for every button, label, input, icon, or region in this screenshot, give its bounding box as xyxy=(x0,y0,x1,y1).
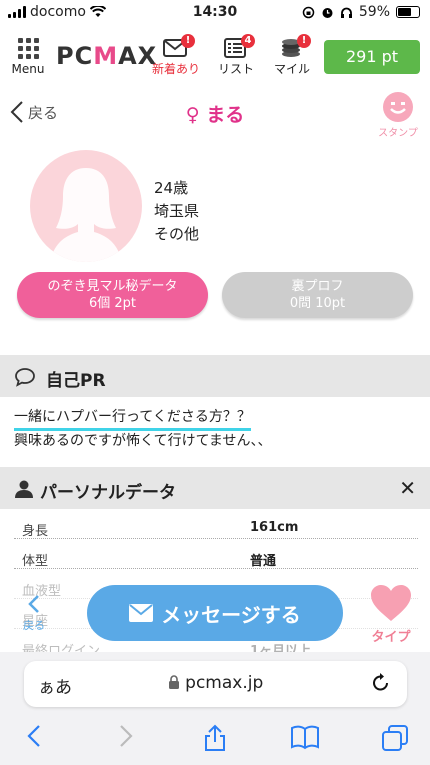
share-button[interactable] xyxy=(195,724,235,754)
browser-back-button[interactable] xyxy=(14,724,54,754)
status-right: 59% xyxy=(302,4,420,20)
ura-profile-button[interactable]: 裏プロフ 0問 10pt xyxy=(222,272,413,318)
female-silhouette-icon xyxy=(50,168,122,262)
reload-icon[interactable] xyxy=(371,671,391,693)
mile-badge: ! xyxy=(297,34,311,48)
personal-row: 身長 161cm xyxy=(14,515,418,539)
secret-data-cost: 6個 2pt xyxy=(88,296,137,311)
send-message-label: メッセージする xyxy=(161,602,301,627)
person-icon xyxy=(15,480,33,498)
personal-key: 体型 xyxy=(22,554,49,569)
profile-title-row: 戻る ♀ まる スタンプ xyxy=(0,92,430,139)
self-pr-header: 自己PR xyxy=(0,355,430,397)
personal-value: 161cm xyxy=(250,520,299,535)
headphones-icon xyxy=(340,7,352,18)
ura-profile-label: 裏プロフ xyxy=(291,279,344,294)
personal-data-title: パーソナルデータ xyxy=(40,483,176,503)
pcmax-logo[interactable]: PCMAX xyxy=(56,42,157,70)
region: 埼玉県 xyxy=(154,202,200,220)
personal-value: 普通 xyxy=(250,554,277,569)
status-bar: docomo 14:30 59% xyxy=(0,0,430,26)
tabs-button[interactable] xyxy=(375,724,415,754)
url-host-text: pcmax.jp xyxy=(185,673,264,693)
browser-forward-button[interactable] xyxy=(106,724,146,754)
self-pr-title: 自己PR xyxy=(46,371,106,391)
send-message-button[interactable]: メッセージする xyxy=(87,585,343,641)
menu-button[interactable]: Menu xyxy=(10,38,46,76)
orientation-lock-icon xyxy=(302,6,315,18)
new-mail-badge: ! xyxy=(181,34,195,48)
battery-percent: 59% xyxy=(358,4,390,20)
nav-mile-label: マイル xyxy=(273,62,310,76)
floating-back-label: 戻る xyxy=(23,619,45,632)
battery-icon xyxy=(396,6,420,18)
logo-part-1: PC xyxy=(56,42,94,70)
other: その他 xyxy=(154,225,200,243)
profile-info: 24歳 埼玉県 その他 xyxy=(154,177,199,246)
personal-row: 体型 普通 xyxy=(14,545,418,569)
url-host: pcmax.jp xyxy=(24,673,407,693)
self-pr-text: 一緒にハプバー行ってくださる方？？ 興味あるのですが怖くて行けてません、、 xyxy=(14,407,271,452)
stamp-label: スタンプ xyxy=(378,128,418,139)
like-type-label: タイプ xyxy=(371,630,411,645)
smiley-icon xyxy=(383,92,413,122)
close-icon[interactable]: ✕ xyxy=(399,476,416,500)
bookmarks-button[interactable] xyxy=(285,724,325,754)
chevron-right-icon xyxy=(120,725,133,747)
speech-bubble-icon xyxy=(15,368,35,387)
mail-icon xyxy=(129,604,154,622)
chevron-left-icon xyxy=(27,725,40,747)
personal-key: 身長 xyxy=(22,524,49,539)
nav-list-label: リスト xyxy=(217,62,254,76)
share-icon xyxy=(205,724,225,751)
secret-data-button[interactable]: のぞき見マル秘データ 6個 2pt xyxy=(17,272,208,318)
menu-grid-icon xyxy=(10,38,46,59)
nav-mile[interactable]: ! マイル xyxy=(268,34,316,77)
alarm-icon xyxy=(322,7,333,18)
secret-data-label: のぞき見マル秘データ xyxy=(47,279,178,294)
points-button[interactable]: 291 pt xyxy=(324,40,420,74)
personal-data-header[interactable]: パーソナルデータ ✕ xyxy=(0,467,430,509)
book-icon xyxy=(291,725,319,750)
nav-new-mail[interactable]: ! 新着あり xyxy=(152,34,201,77)
chevron-left-icon xyxy=(28,595,39,613)
avatar[interactable] xyxy=(30,150,142,262)
tabs-icon xyxy=(382,725,408,751)
logo-part-2: M xyxy=(93,42,119,70)
heart-icon xyxy=(371,585,411,621)
lock-icon xyxy=(168,675,179,689)
self-pr-line-2: 興味あるのですが怖くて行けてません、、 xyxy=(14,433,272,449)
ura-profile-cost: 0問 10pt xyxy=(289,296,346,311)
like-type-button[interactable]: タイプ xyxy=(366,584,416,645)
menu-label: Menu xyxy=(11,62,45,76)
nav-new-mail-label: 新着あり xyxy=(152,62,201,76)
browser-toolbar: ぁあ pcmax.jp xyxy=(0,652,430,765)
list-badge: 4 xyxy=(241,34,255,48)
user-name: ♀ まる xyxy=(185,104,245,126)
stamp-button[interactable]: スタンプ xyxy=(374,92,422,139)
address-bar[interactable]: ぁあ pcmax.jp xyxy=(24,661,407,707)
nav-list[interactable]: 4 リスト xyxy=(212,34,260,77)
self-pr-line-1: 一緒にハプバー行ってくださる方？？ xyxy=(14,407,251,431)
age: 24歳 xyxy=(154,179,189,197)
floating-back-button[interactable]: 戻る xyxy=(20,594,48,633)
app-header: Menu PCMAX ! 新着あり 4 リスト ! マイル 291 pt xyxy=(0,30,430,86)
